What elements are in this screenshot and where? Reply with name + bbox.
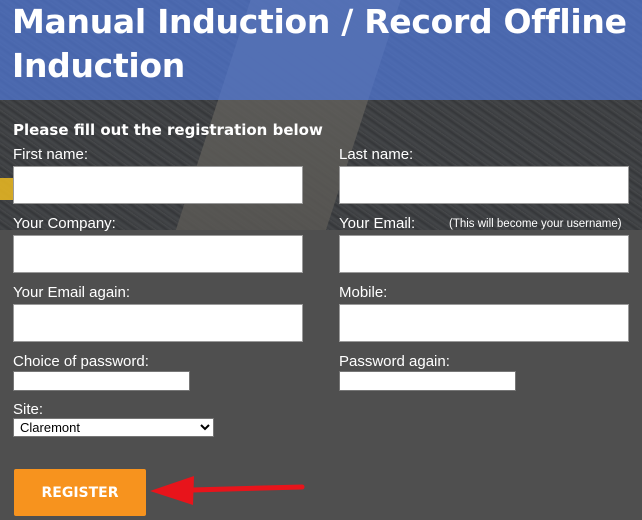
red-arrow-icon	[150, 476, 305, 505]
